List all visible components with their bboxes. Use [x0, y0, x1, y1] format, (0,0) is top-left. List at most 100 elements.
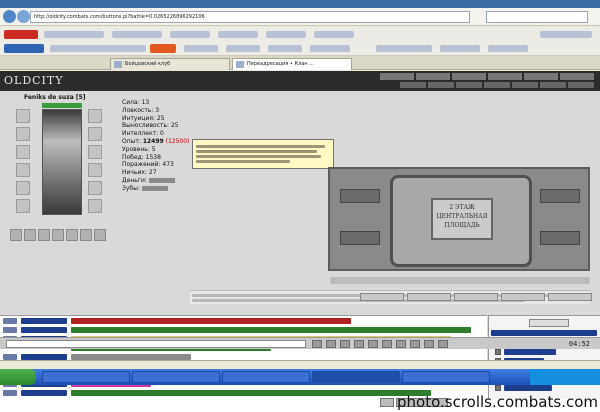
menu-item[interactable]: [540, 82, 566, 88]
menu-item[interactable]: [416, 73, 450, 80]
toolbar-item[interactable]: [310, 45, 350, 52]
belt-slot[interactable]: [94, 229, 106, 241]
belt-slot[interactable]: [80, 229, 92, 241]
menu-item[interactable]: [484, 82, 510, 88]
top-menu: [380, 73, 594, 81]
equipment-slot[interactable]: [16, 109, 30, 123]
menu-item[interactable]: [428, 82, 454, 88]
equipment-slot[interactable]: [88, 145, 102, 159]
chat-tool-button[interactable]: [368, 340, 378, 348]
central-square[interactable]: 2 ЭТАЖ ЦЕНТРАЛЬНАЯ ПЛОЩАДЬ: [390, 175, 532, 267]
taskbar-button[interactable]: [312, 371, 400, 383]
menu-item[interactable]: [400, 82, 426, 88]
chat-log[interactable]: [0, 315, 487, 399]
taskbar-button[interactable]: [42, 371, 130, 383]
mailru-search-box[interactable]: [50, 45, 146, 52]
menu-item[interactable]: [488, 73, 522, 80]
toolbar-item[interactable]: [184, 45, 218, 52]
page-icon: [236, 61, 244, 68]
equipment-slot[interactable]: [88, 127, 102, 141]
back-button[interactable]: [3, 10, 16, 23]
game-logo: OLDCITY: [4, 74, 64, 87]
menu-item[interactable]: [560, 73, 594, 80]
equipment-slot[interactable]: [16, 181, 30, 195]
menu-item[interactable]: [380, 73, 414, 80]
map-building[interactable]: [340, 231, 380, 245]
belt-slot[interactable]: [24, 229, 36, 241]
refresh-button[interactable]: [529, 319, 569, 327]
bottom-button[interactable]: [454, 293, 498, 301]
toolbar-item[interactable]: [488, 45, 528, 52]
system-tray: [530, 369, 600, 385]
watermark: photo.scrolls.combats.com: [396, 393, 598, 411]
location-name-1: ЦЕНТРАЛЬНАЯ: [436, 213, 488, 220]
belt-slot[interactable]: [38, 229, 50, 241]
chat-tool-button[interactable]: [396, 340, 406, 348]
toolbar-item[interactable]: [440, 45, 480, 52]
tab-combats[interactable]: Бойцовский клуб: [110, 58, 230, 70]
chat-tool-button[interactable]: [312, 340, 322, 348]
toolbar-item[interactable]: [266, 31, 306, 38]
weather-widget[interactable]: [540, 31, 592, 38]
roster-title: [491, 330, 597, 336]
equipment-slot[interactable]: [16, 127, 30, 141]
chat-tool-button[interactable]: [410, 340, 420, 348]
toolbar-item[interactable]: [268, 45, 302, 52]
belt-slot[interactable]: [52, 229, 64, 241]
chat-tool-button[interactable]: [340, 340, 350, 348]
toolbar-item[interactable]: [218, 31, 258, 38]
roster-entry[interactable]: [495, 348, 599, 356]
equipment-slot[interactable]: [16, 163, 30, 177]
menu-item[interactable]: [456, 82, 482, 88]
forward-button[interactable]: [17, 10, 30, 23]
search-button[interactable]: [150, 44, 176, 53]
bottom-button[interactable]: [407, 293, 451, 301]
search-input[interactable]: [486, 11, 588, 23]
menu-item[interactable]: [452, 73, 486, 80]
toolbar-item[interactable]: [170, 31, 210, 38]
address-field[interactable]: http://oldcity.combats.com/buttons.pl?ba…: [30, 11, 470, 23]
belt-slot[interactable]: [66, 229, 78, 241]
chat-tool-button[interactable]: [354, 340, 364, 348]
chat-tool-button[interactable]: [382, 340, 392, 348]
start-button[interactable]: [0, 369, 36, 385]
equipment-slot[interactable]: [88, 199, 102, 213]
menu-item[interactable]: [568, 82, 594, 88]
stat-agility: Ловкость: 3: [122, 106, 160, 114]
chat-tool-button[interactable]: [326, 340, 336, 348]
equipment-slot[interactable]: [16, 199, 30, 213]
equipment-slot[interactable]: [88, 109, 102, 123]
map-building[interactable]: [540, 189, 580, 203]
toolbar-item[interactable]: [314, 31, 354, 38]
location-sign: 2 ЭТАЖ ЦЕНТРАЛЬНАЯ ПЛОЩАДЬ: [431, 198, 493, 240]
yandex-search-box[interactable]: [44, 31, 104, 38]
menu-item[interactable]: [512, 82, 538, 88]
map-building[interactable]: [340, 189, 380, 203]
belt-slot[interactable]: [10, 229, 22, 241]
character-panel: Feniks de suza [5]: [6, 93, 116, 245]
money-row: Деньги:: [122, 177, 202, 185]
roster-entry[interactable]: [495, 384, 599, 392]
equipment-slot[interactable]: [16, 145, 30, 159]
equipment-slot[interactable]: [88, 163, 102, 177]
chat-input[interactable]: [6, 340, 306, 348]
chat-tool-button[interactable]: [424, 340, 434, 348]
bottom-button[interactable]: [548, 293, 592, 301]
money-label: Деньги:: [122, 176, 147, 184]
menu-item[interactable]: [524, 73, 558, 80]
tab-clan-redirect[interactable]: Переадресация • Клан ...: [232, 58, 352, 70]
taskbar-button[interactable]: [132, 371, 220, 383]
chat-tool-button[interactable]: [438, 340, 448, 348]
mailru-logo: [4, 44, 44, 53]
character-name[interactable]: Feniks de suza [5]: [24, 94, 86, 101]
map-building[interactable]: [540, 231, 580, 245]
bottom-button[interactable]: [501, 293, 545, 301]
chat-input-bar: 04:52: [0, 337, 600, 349]
toolbar-item[interactable]: [112, 31, 162, 38]
toolbar-item[interactable]: [226, 45, 260, 52]
bottom-button[interactable]: [360, 293, 404, 301]
equipment-slot[interactable]: [88, 181, 102, 195]
taskbar-button[interactable]: [222, 371, 310, 383]
taskbar-button[interactable]: [402, 371, 490, 383]
toolbar-item[interactable]: [376, 45, 432, 52]
